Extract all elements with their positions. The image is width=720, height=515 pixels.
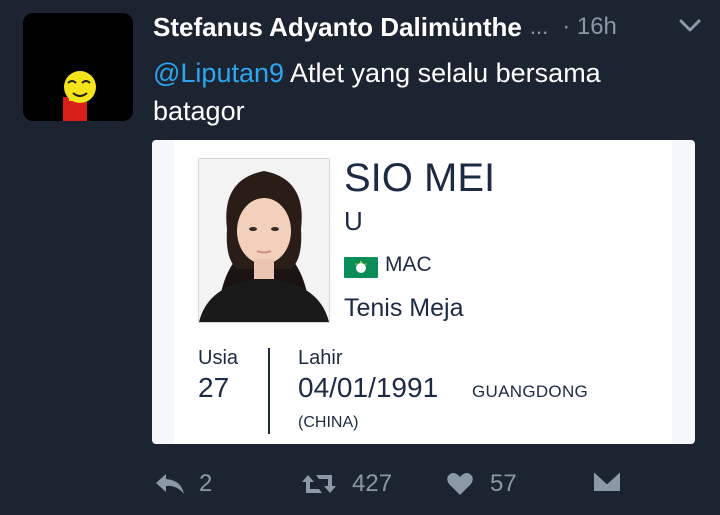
direct-message-button[interactable] [592,468,622,494]
age-value: 27 [198,372,230,403]
reply-icon [153,471,187,497]
country-code: MAC [385,253,432,276]
tweet-actions: 2 427 57 [0,460,720,505]
card-divider [268,348,270,434]
chevron-down-icon[interactable] [677,12,703,43]
born-date: 04/01/1991 [298,372,439,403]
born-label: Lahir [298,347,343,369]
athlete-photo [198,158,330,323]
author-avatar[interactable] [23,13,133,121]
athlete-gender: U [344,206,363,236]
name-ellipsis: ... [529,14,549,39]
macau-flag-icon [344,257,378,278]
mention-link[interactable]: @Liputan9 [153,58,284,88]
retweet-count: 427 [352,470,393,497]
athlete-name: SIO MEI [344,156,496,200]
card-content: SIO MEI U MAC Tenis Meja Usia 27 Lahir 0… [174,140,672,444]
reply-count: 2 [199,470,213,497]
like-count: 57 [490,470,517,497]
tweet-timestamp[interactable]: · 16h [562,13,617,41]
like-button[interactable]: 57 [446,470,517,498]
retweet-button[interactable]: 427 [300,470,392,498]
tweet-header: Stefanus Adyanto Dalimünthe ... · 16h [153,8,703,46]
athlete-card[interactable]: SIO MEI U MAC Tenis Meja Usia 27 Lahir 0… [152,140,695,444]
heart-icon [446,471,474,497]
reply-button[interactable]: 2 [153,470,212,498]
envelope-icon [592,468,622,494]
birth-country: (CHINA) [298,414,359,431]
author-name[interactable]: Stefanus Adyanto Dalimünthe [153,12,522,43]
athlete-sport: Tenis Meja [344,294,464,322]
age-label: Usia [198,347,239,369]
retweet-icon [300,471,338,497]
tweet-text: @Liputan9 Atlet yang selalu bersama bata… [153,54,673,130]
birthplace: GUANGDONG [472,382,589,401]
avatar-emoji-icon [63,71,96,121]
